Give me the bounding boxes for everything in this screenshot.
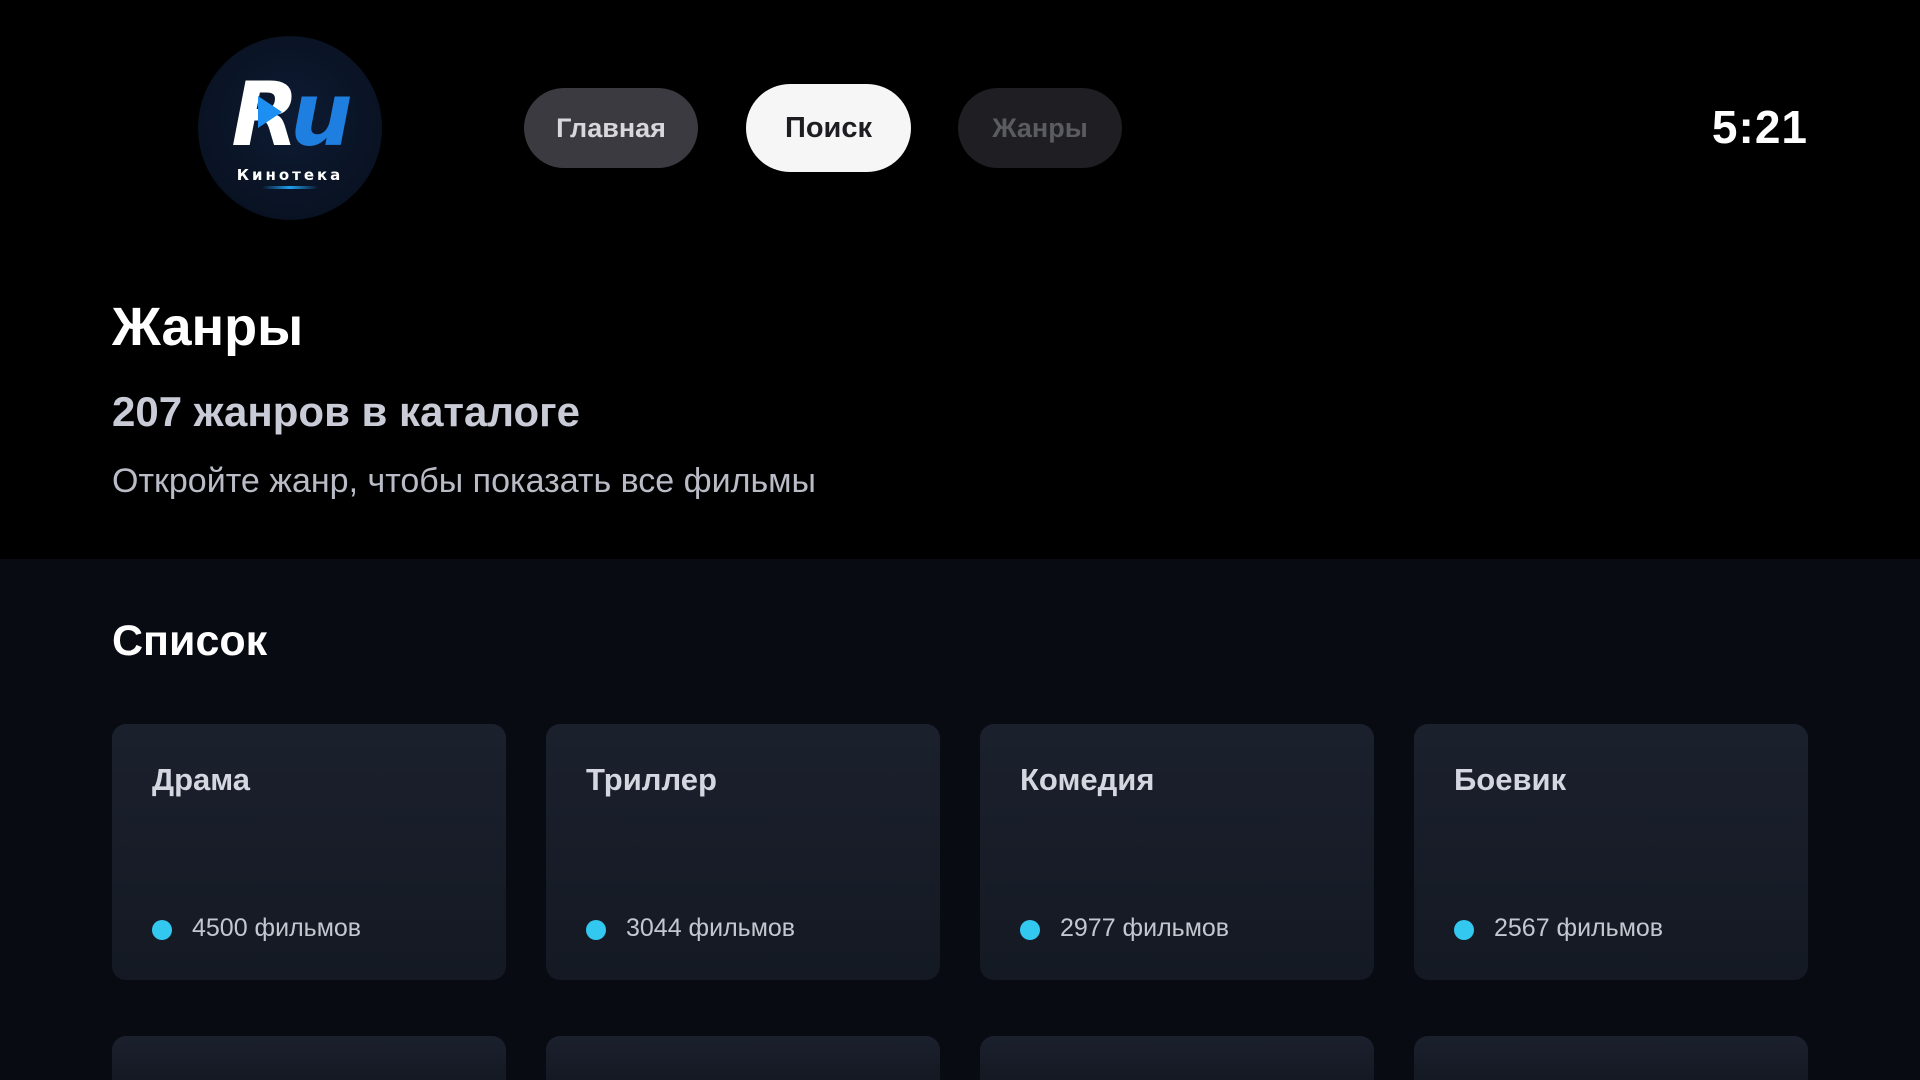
logo-mark: Ru	[198, 70, 382, 160]
clock: 5:21	[1711, 101, 1808, 153]
status-dot-icon	[152, 920, 172, 940]
genre-card-thriller[interactable]: Триллер 3044 фильмов	[546, 724, 940, 980]
genre-card-title: Комедия	[1020, 762, 1155, 797]
status-dot-icon	[1020, 920, 1040, 940]
genre-card-title: Драма	[152, 762, 251, 797]
page-hint: Откройте жанр, чтобы показать все фильмы	[112, 462, 816, 500]
genre-card-partial[interactable]	[980, 1036, 1374, 1080]
genre-card-drama[interactable]: Драма 4500 фильмов	[112, 724, 506, 980]
genre-card-count: 2567 фильмов	[1494, 914, 1664, 942]
logo-subtitle: Кинотека	[236, 166, 344, 184]
genre-card-partial[interactable]	[546, 1036, 940, 1080]
page-title: Жанры	[112, 297, 304, 357]
page-subtitle: 207 жанров в каталоге	[112, 388, 580, 435]
logo-letter-u: u	[290, 63, 353, 166]
genre-card-count: 4500 фильмов	[192, 914, 362, 942]
genre-card-comedy[interactable]: Комедия 2977 фильмов	[980, 724, 1374, 980]
genre-card-action[interactable]: Боевик 2567 фильмов	[1414, 724, 1808, 980]
logo-underline	[262, 186, 318, 189]
nav-search-button[interactable]: Поиск	[746, 84, 911, 172]
genre-card-partial[interactable]	[112, 1036, 506, 1080]
genre-list-panel: Список Драма 4500 фильмов Триллер 3044 ф…	[0, 559, 1920, 1080]
status-dot-icon	[1454, 920, 1474, 940]
genre-card-title: Триллер	[586, 762, 717, 797]
status-dot-icon	[586, 920, 606, 940]
nav-genres-button[interactable]: Жанры	[958, 88, 1122, 168]
play-icon	[258, 96, 282, 128]
section-title: Список	[112, 617, 268, 665]
genre-card-partial[interactable]	[1414, 1036, 1808, 1080]
app-root: Ru Кинотека Главная Поиск Жанры 5:21 Жан…	[0, 0, 1920, 1080]
genre-card-count: 2977 фильмов	[1060, 914, 1230, 942]
genre-card-title: Боевик	[1454, 762, 1567, 797]
app-logo[interactable]: Ru Кинотека	[198, 36, 382, 220]
genre-card-count: 3044 фильмов	[626, 914, 796, 942]
nav-home-button[interactable]: Главная	[524, 88, 698, 168]
